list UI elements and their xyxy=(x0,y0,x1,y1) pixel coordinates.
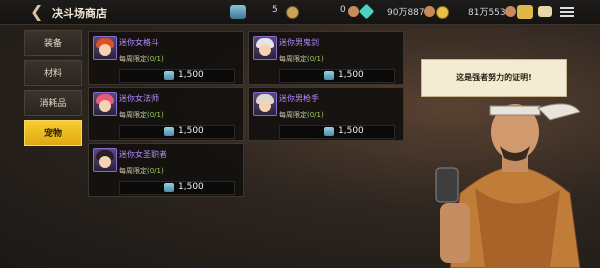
pet-avatar xyxy=(93,36,117,60)
shop-item[interactable]: 迷你女圣职者 每周限定(0/1) 1,500 xyxy=(88,143,244,197)
item-name: 迷你男枪手 xyxy=(279,94,319,103)
pet-avatar xyxy=(93,148,117,172)
gear-coin-count: 0 xyxy=(340,5,346,15)
item-name: 迷你女法师 xyxy=(119,94,159,103)
shop-item[interactable]: 迷你男枪手 每周限定(0/1) 1,500 xyxy=(248,87,404,141)
item-price: 1,500 xyxy=(178,126,204,136)
item-name: 迷你女格斗 xyxy=(119,38,159,47)
add-icon[interactable] xyxy=(424,6,435,17)
price-bar: 1,500 xyxy=(279,125,395,139)
pet-avatar xyxy=(253,36,277,60)
item-price: 1,500 xyxy=(338,70,364,80)
item-name: 迷你男鬼剑 xyxy=(279,38,319,47)
gold-coin-icon xyxy=(436,6,449,19)
ticket-icon xyxy=(164,183,174,192)
treasure-icon[interactable] xyxy=(517,5,533,19)
shop-item[interactable]: 迷你女格斗 每周限定(0/1) 1,500 xyxy=(88,31,244,85)
ticket-icon xyxy=(324,71,334,80)
weekly-limit: 每周限定(0/1) xyxy=(119,55,164,63)
pet-avatar xyxy=(253,92,277,116)
price-bar: 1,500 xyxy=(279,69,395,83)
ticket-icon xyxy=(324,127,334,136)
shop-item[interactable]: 迷你女法师 每周限定(0/1) 1,500 xyxy=(88,87,244,141)
price-bar: 1,500 xyxy=(119,181,235,195)
weekly-limit: 每周限定(0/1) xyxy=(279,111,324,119)
shop-item[interactable]: 迷你男鬼剑 每周限定(0/1) 1,500 xyxy=(248,31,404,85)
price-bar: 1,500 xyxy=(119,69,235,83)
weekly-limit: 每周限定(0/1) xyxy=(119,167,164,175)
tab-consumables[interactable]: 消耗品 xyxy=(24,90,82,116)
ticket-icon xyxy=(164,127,174,136)
ticket-icon xyxy=(164,71,174,80)
pet-avatar xyxy=(93,92,117,116)
ticket-icon xyxy=(230,5,246,19)
ticket-count: 5 xyxy=(272,5,278,15)
category-sidebar: 装备 材料 消耗品 宠物 xyxy=(24,30,82,150)
item-price: 1,500 xyxy=(178,70,204,80)
gem-icon xyxy=(358,3,375,20)
weekly-limit: 每周限定(0/1) xyxy=(119,111,164,119)
gear-coin-icon xyxy=(286,6,299,19)
tab-materials[interactable]: 材料 xyxy=(24,60,82,86)
price-bar: 1,500 xyxy=(119,125,235,139)
tab-equipment[interactable]: 装备 xyxy=(24,30,82,56)
npc-character xyxy=(435,103,581,268)
item-price: 1,500 xyxy=(338,126,364,136)
top-bar: ❮ 决斗场商店 5 0 90万8874 81万5530 xyxy=(0,0,600,25)
add-icon[interactable] xyxy=(348,6,359,17)
menu-icon[interactable] xyxy=(560,5,574,19)
page-title: 决斗场商店 xyxy=(52,7,107,20)
mail-icon[interactable] xyxy=(538,6,552,17)
weekly-limit: 每周限定(0/1) xyxy=(279,55,324,63)
tab-pets[interactable]: 宠物 xyxy=(24,120,82,146)
back-arrow-icon[interactable]: ❮ xyxy=(30,3,48,21)
add-icon[interactable] xyxy=(505,6,516,17)
item-price: 1,500 xyxy=(178,182,204,192)
item-name: 迷你女圣职者 xyxy=(119,150,167,159)
npc-speech-bubble: 这是强者努力的证明! xyxy=(421,59,567,97)
